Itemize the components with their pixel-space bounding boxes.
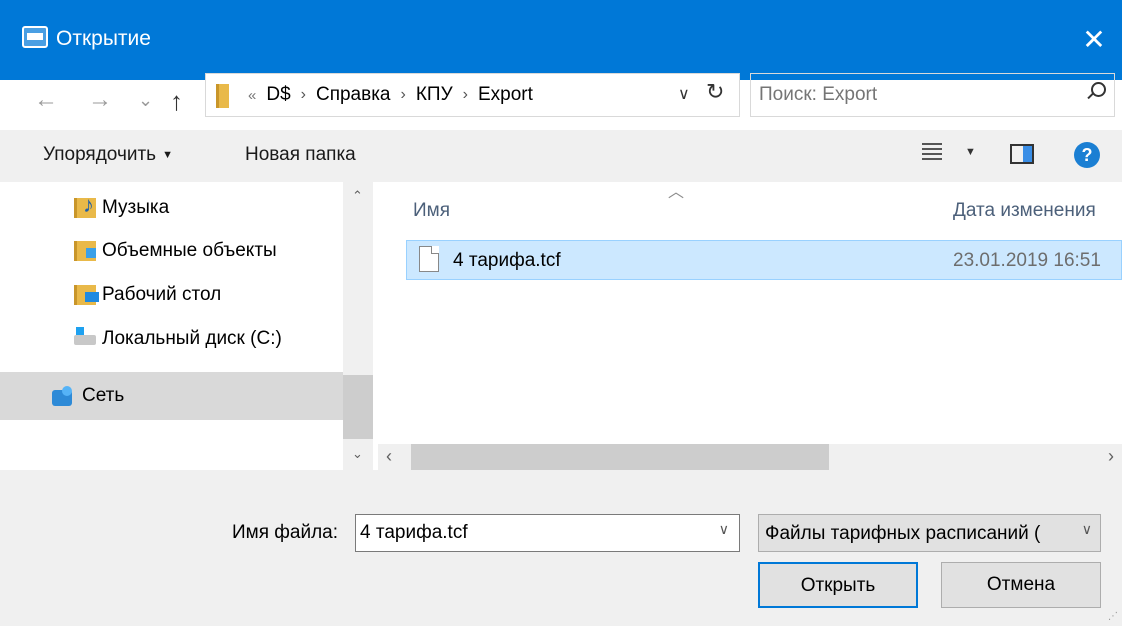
3d-objects-icon [74, 241, 96, 261]
search-input[interactable] [759, 80, 1069, 110]
scrollbar-thumb[interactable] [343, 375, 373, 439]
music-folder-icon [74, 192, 96, 218]
desktop-folder-icon [74, 285, 99, 305]
column-header-date-modified[interactable]: Дата изменения [953, 200, 1096, 222]
address-bar[interactable]: « D$ › Справка › КПУ › Export ∨ ↻ [205, 73, 740, 117]
navigation-pane: Музыка Объемные объекты Рабочий стол Лок… [0, 182, 378, 470]
sidebar-item-label: Объемные объекты [102, 240, 277, 261]
title-bar: Открытие ✕ [0, 0, 1122, 80]
filename-combobox[interactable]: ∨ [355, 514, 740, 552]
column-header-name[interactable]: Имя [413, 200, 450, 222]
forward-arrow-icon[interactable]: → [88, 86, 112, 114]
organize-button[interactable]: Упорядочить ▼ [43, 144, 173, 166]
search-icon[interactable] [1086, 82, 1106, 100]
breadcrumb: « D$ › Справка › КПУ › Export [248, 84, 533, 106]
close-button[interactable]: ✕ [1066, 14, 1122, 66]
address-dropdown-icon[interactable]: ∨ [678, 84, 690, 104]
sidebar-item-label: Рабочий стол [102, 284, 222, 305]
preview-pane-icon[interactable] [1010, 144, 1034, 164]
filename-input[interactable] [360, 520, 700, 546]
breadcrumb-separator[interactable]: › [301, 86, 306, 104]
breadcrumb-item[interactable]: D$ [266, 84, 290, 106]
file-date: 23.01.2019 16:51 [953, 250, 1101, 271]
back-arrow-icon[interactable]: ← [34, 86, 58, 114]
sidebar-item-label: Локальный диск (C:) [102, 328, 282, 349]
file-type-value: Файлы тарифных расписаний ( [765, 523, 1041, 544]
resize-grip-icon[interactable]: ⋰ [1108, 611, 1118, 622]
file-icon [419, 246, 439, 272]
navigation-pane-scrollbar[interactable]: ⌃ ⌄ [343, 182, 373, 470]
folder-icon [216, 84, 229, 108]
sidebar-item-music[interactable]: Музыка [0, 184, 343, 232]
refresh-icon[interactable]: ↻ [706, 79, 724, 105]
view-details-icon[interactable] [922, 140, 942, 164]
dialog-footer: Имя файла: ∨ Файлы тарифных расписаний (… [0, 470, 1122, 626]
sidebar-item-label: Музыка [102, 197, 170, 218]
scroll-down-icon[interactable]: ⌄ [352, 446, 363, 462]
organize-label: Упорядочить [43, 144, 157, 165]
sidebar-item-label: Сеть [82, 385, 125, 406]
network-icon [52, 386, 76, 408]
command-bar: Упорядочить ▼ Новая папка ▼ ? [0, 130, 1122, 182]
scrollbar-thumb[interactable] [411, 444, 829, 470]
file-list: ︿ Имя Дата изменения 4 тарифа.tcf 23.01.… [378, 182, 1122, 444]
breadcrumb-separator[interactable]: › [463, 86, 468, 104]
file-type-select[interactable]: Файлы тарифных расписаний ( ∨ [758, 514, 1101, 552]
scroll-up-icon[interactable]: ⌃ [352, 188, 363, 204]
breadcrumb-separator[interactable]: › [401, 86, 406, 104]
scroll-left-icon[interactable]: ‹ [386, 446, 392, 467]
up-arrow-icon[interactable]: ↑ [170, 86, 183, 117]
breadcrumb-item[interactable]: КПУ [416, 84, 453, 106]
breadcrumb-item[interactable]: Справка [316, 84, 391, 106]
sort-indicator-icon: ︿ [668, 184, 685, 201]
scroll-right-icon[interactable]: › [1108, 446, 1114, 467]
local-disk-icon [74, 327, 96, 345]
help-icon[interactable]: ? [1074, 142, 1100, 168]
dialog-icon [22, 26, 48, 48]
cancel-button[interactable]: Отмена [941, 562, 1101, 608]
breadcrumb-overflow[interactable]: « [248, 87, 256, 104]
sidebar-item-3d-objects[interactable]: Объемные объекты [0, 227, 343, 275]
recent-locations-chevron-icon[interactable]: ⌄ [138, 90, 153, 111]
search-box[interactable] [750, 73, 1115, 117]
breadcrumb-item[interactable]: Export [478, 84, 533, 106]
table-row[interactable]: 4 тарифа.tcf 23.01.2019 16:51 [406, 240, 1122, 280]
window-title: Открытие [56, 27, 151, 50]
open-button[interactable]: Открыть [758, 562, 918, 608]
chevron-down-icon[interactable]: ∨ [719, 521, 729, 538]
file-list-horizontal-scrollbar[interactable]: ‹ › [378, 444, 1122, 470]
new-folder-button[interactable]: Новая папка [245, 144, 356, 166]
sidebar-item-local-disk[interactable]: Локальный диск (C:) [0, 315, 343, 363]
caret-down-icon: ▼ [162, 148, 173, 161]
filename-label: Имя файла: [232, 522, 339, 543]
sidebar-item-desktop[interactable]: Рабочий стол [0, 271, 343, 319]
chevron-down-icon[interactable]: ∨ [1081, 521, 1092, 538]
file-name: 4 тарифа.tcf [453, 250, 561, 271]
sidebar-item-network[interactable]: Сеть [0, 372, 343, 420]
view-caret-down-icon[interactable]: ▼ [965, 146, 976, 158]
